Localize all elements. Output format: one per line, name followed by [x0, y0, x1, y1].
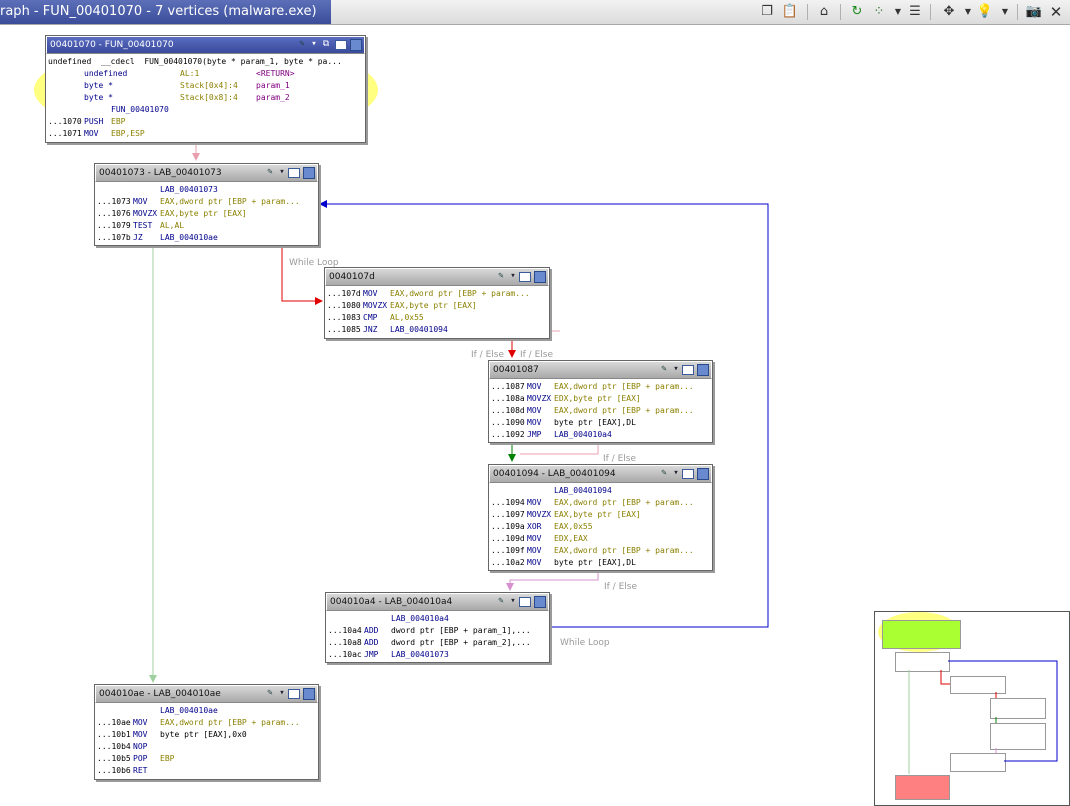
minimap-edges	[908, 660, 1058, 774]
edit-icon[interactable]: ✎	[264, 166, 276, 178]
block-header[interactable]: 00401073 - LAB_00401073 ✎ ▾	[95, 164, 318, 182]
edge-label-if-else: If / Else	[520, 350, 553, 360]
fullscreen-icon[interactable]	[350, 39, 362, 51]
dropdown-icon[interactable]: ▾	[510, 270, 516, 282]
fullscreen-icon[interactable]	[534, 596, 546, 608]
graph-minimap[interactable]	[874, 611, 1070, 806]
block-header[interactable]: 004010ae - LAB_004010ae ✎ ▾	[95, 685, 318, 703]
edge-1073-107d	[281, 247, 323, 305]
block-title: 004010a4 - LAB_004010a4	[330, 597, 453, 607]
block-header[interactable]: 00401070 - FUN_00401070 ✎ ▾ ⧉	[46, 36, 365, 54]
block-title: 00401094 - LAB_00401094	[493, 469, 616, 479]
dropdown-icon[interactable]: ▾	[279, 687, 285, 699]
graph-block-0040107d[interactable]: 0040107d ✎ ▾ ...107d MOV EAX,dword ptr [EB…	[324, 267, 550, 339]
edge-1094-10a4	[506, 570, 599, 591]
block-header[interactable]: 004010a4 - LAB_004010a4 ✎ ▾	[326, 593, 549, 611]
block-header[interactable]: 0040107d ✎ ▾	[325, 268, 549, 286]
function-signature: undefined __cdecl FUN_00401070(byte * pa…	[48, 57, 342, 66]
graph-block-00401073[interactable]: 00401073 - LAB_00401073 ✎ ▾ LAB_00401073…	[94, 163, 319, 246]
dropdown-icon[interactable]: ▾	[279, 166, 285, 178]
edge-label-if-else: If / Else	[603, 454, 636, 464]
block-header[interactable]: 00401094 - LAB_00401094 ✎ ▾	[489, 465, 712, 483]
dropdown-icon[interactable]: ▾	[673, 467, 679, 479]
edge-label-while-loop: While Loop	[560, 638, 610, 648]
block-title: 0040107d	[329, 272, 375, 282]
fullscreen-icon[interactable]	[303, 688, 315, 700]
graph-block-entry[interactable]: 00401070 - FUN_00401070 ✎ ▾ ⧉ undefined …	[45, 35, 366, 143]
dropdown-icon[interactable]: ▾	[673, 363, 679, 375]
edit-icon[interactable]: ✎	[658, 467, 670, 479]
edit-icon[interactable]: ✎	[495, 270, 507, 282]
function-label: FUN_00401070	[111, 105, 169, 114]
edge-label-if-else: If / Else	[604, 582, 637, 592]
edit-icon[interactable]: ✎	[296, 38, 308, 50]
edge-1087-10a4	[520, 442, 599, 455]
fullscreen-icon[interactable]	[534, 271, 546, 283]
edit-icon[interactable]: ✎	[658, 363, 670, 375]
dropdown-icon[interactable]: ▾	[311, 38, 317, 50]
block-title: 004010ae - LAB_004010ae	[99, 689, 221, 699]
window-icon[interactable]	[519, 272, 531, 282]
fullscreen-icon[interactable]	[697, 468, 709, 480]
fullscreen-icon[interactable]	[697, 364, 709, 376]
block-title: 00401070 - FUN_00401070	[50, 40, 174, 50]
window-icon[interactable]	[335, 40, 347, 50]
graph-block-00401094[interactable]: 00401094 - LAB_00401094 ✎ ▾ LAB_00401094…	[488, 464, 713, 571]
block-title: 00401073 - LAB_00401073	[99, 168, 222, 178]
window-icon[interactable]	[682, 469, 694, 479]
graph-block-004010ae[interactable]: 004010ae - LAB_004010ae ✎ ▾ LAB_004010ae…	[94, 684, 319, 780]
window-icon[interactable]	[682, 365, 694, 375]
dropdown-icon[interactable]: ▾	[510, 595, 516, 607]
window-icon[interactable]	[288, 689, 300, 699]
window-icon[interactable]	[519, 597, 531, 607]
edit-icon[interactable]: ✎	[495, 595, 507, 607]
fullscreen-icon[interactable]	[303, 167, 315, 179]
edit-icon[interactable]: ✎	[264, 687, 276, 699]
graph-block-00401087[interactable]: 00401087 ✎ ▾ ...1087 MOV EAX,dword ptr [EB…	[488, 360, 713, 443]
window-icon[interactable]	[288, 168, 300, 178]
restore-icon[interactable]: ⧉	[320, 38, 332, 50]
block-header[interactable]: 00401087 ✎ ▾	[489, 361, 712, 379]
block-title: 00401087	[493, 365, 539, 375]
edge-label-if-else: If / Else	[471, 350, 504, 360]
graph-block-004010a4[interactable]: 004010a4 - LAB_004010a4 ✎ ▾ LAB_004010a4…	[325, 592, 550, 663]
